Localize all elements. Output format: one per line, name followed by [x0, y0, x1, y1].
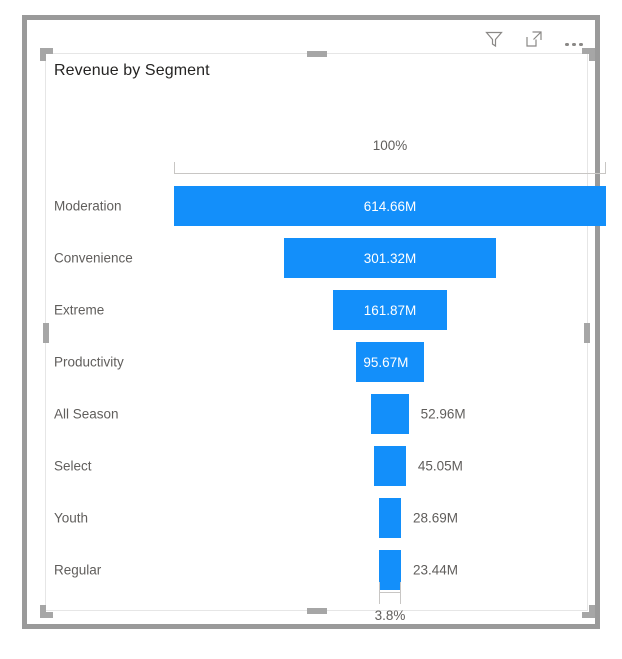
funnel-row[interactable]: All Season 52.96M — [46, 388, 589, 440]
visual-header-toolbar — [483, 24, 585, 54]
bar-value-label: 301.32M — [363, 250, 417, 266]
funnel-bar[interactable] — [379, 498, 401, 538]
funnel-bar[interactable] — [374, 446, 406, 486]
funnel-bar[interactable]: 161.87M — [333, 290, 447, 330]
funnel-row[interactable]: Productivity 95.67M — [46, 336, 589, 388]
bracket-line — [174, 173, 606, 174]
funnel-row[interactable]: Moderation 614.66M — [46, 180, 606, 232]
category-label: Moderation — [54, 198, 122, 214]
category-label: All Season — [54, 406, 119, 422]
bar-value-label: 45.05M — [417, 458, 463, 474]
resize-handle-middle-left[interactable] — [43, 323, 49, 343]
ellipsis-dot — [572, 42, 576, 46]
category-label: Extreme — [54, 302, 105, 318]
ellipsis-dot — [565, 42, 569, 46]
page-title: Revenue by Segment — [54, 62, 210, 79]
bar-value-label: 95.67M — [363, 354, 409, 370]
focus-mode-icon[interactable] — [523, 28, 545, 50]
category-label: Convenience — [54, 250, 133, 266]
funnel-row[interactable]: Regular 23.44M — [46, 544, 589, 596]
bracket-tick-right — [400, 582, 401, 604]
chart-plot-area: 100% Moderation 614.66M Convenience 301.32M… — [46, 88, 606, 623]
resize-handle-top-center[interactable] — [307, 51, 327, 57]
funnel-bar[interactable] — [371, 394, 409, 434]
funnel-row[interactable]: Select 45.05M — [46, 440, 589, 492]
funnel-bar[interactable]: 614.66M — [174, 186, 606, 226]
funnel-chart-visual[interactable]: Revenue by Segment 100% Moderation 614.66… — [40, 48, 606, 623]
funnel-bar[interactable]: 95.67M — [356, 342, 424, 382]
bracket-line — [379, 592, 401, 593]
bracket-tick-right — [605, 162, 606, 174]
category-label: Productivity — [54, 354, 124, 370]
bar-value-label: 23.44M — [413, 562, 459, 578]
top-axis-bracket — [174, 162, 606, 174]
resize-handle-middle-right[interactable] — [584, 323, 590, 343]
bracket-tick-left — [174, 162, 175, 174]
resize-handle-bottom-center[interactable] — [307, 608, 327, 614]
bar-value-label: 161.87M — [363, 302, 417, 318]
filter-icon[interactable] — [483, 28, 505, 50]
funnel-row[interactable]: Youth 28.69M — [46, 492, 589, 544]
category-label: Select — [54, 458, 92, 474]
category-label: Youth — [54, 510, 89, 526]
bracket-tick-left — [379, 582, 380, 604]
funnel-row[interactable]: Extreme 161.87M — [46, 284, 589, 336]
funnel-rows: Moderation 614.66M Convenience 301.32M Extre… — [46, 180, 606, 596]
bottom-axis-percent-label: 3.8% — [374, 608, 406, 623]
ellipsis-dot — [579, 42, 583, 46]
report-page-frame: Revenue by Segment 100% Moderation 614.66… — [22, 15, 606, 629]
top-axis-percent-label: 100% — [372, 138, 408, 153]
bar-value-label: 614.66M — [363, 198, 417, 214]
category-label: Regular — [54, 562, 102, 578]
funnel-bar[interactable]: 301.32M — [284, 238, 496, 278]
bar-value-label: 28.69M — [413, 510, 459, 526]
bottom-axis-bracket — [379, 582, 401, 604]
more-options-icon[interactable] — [563, 28, 585, 50]
funnel-row[interactable]: Convenience 301.32M — [46, 232, 589, 284]
bar-value-label: 52.96M — [420, 406, 466, 422]
